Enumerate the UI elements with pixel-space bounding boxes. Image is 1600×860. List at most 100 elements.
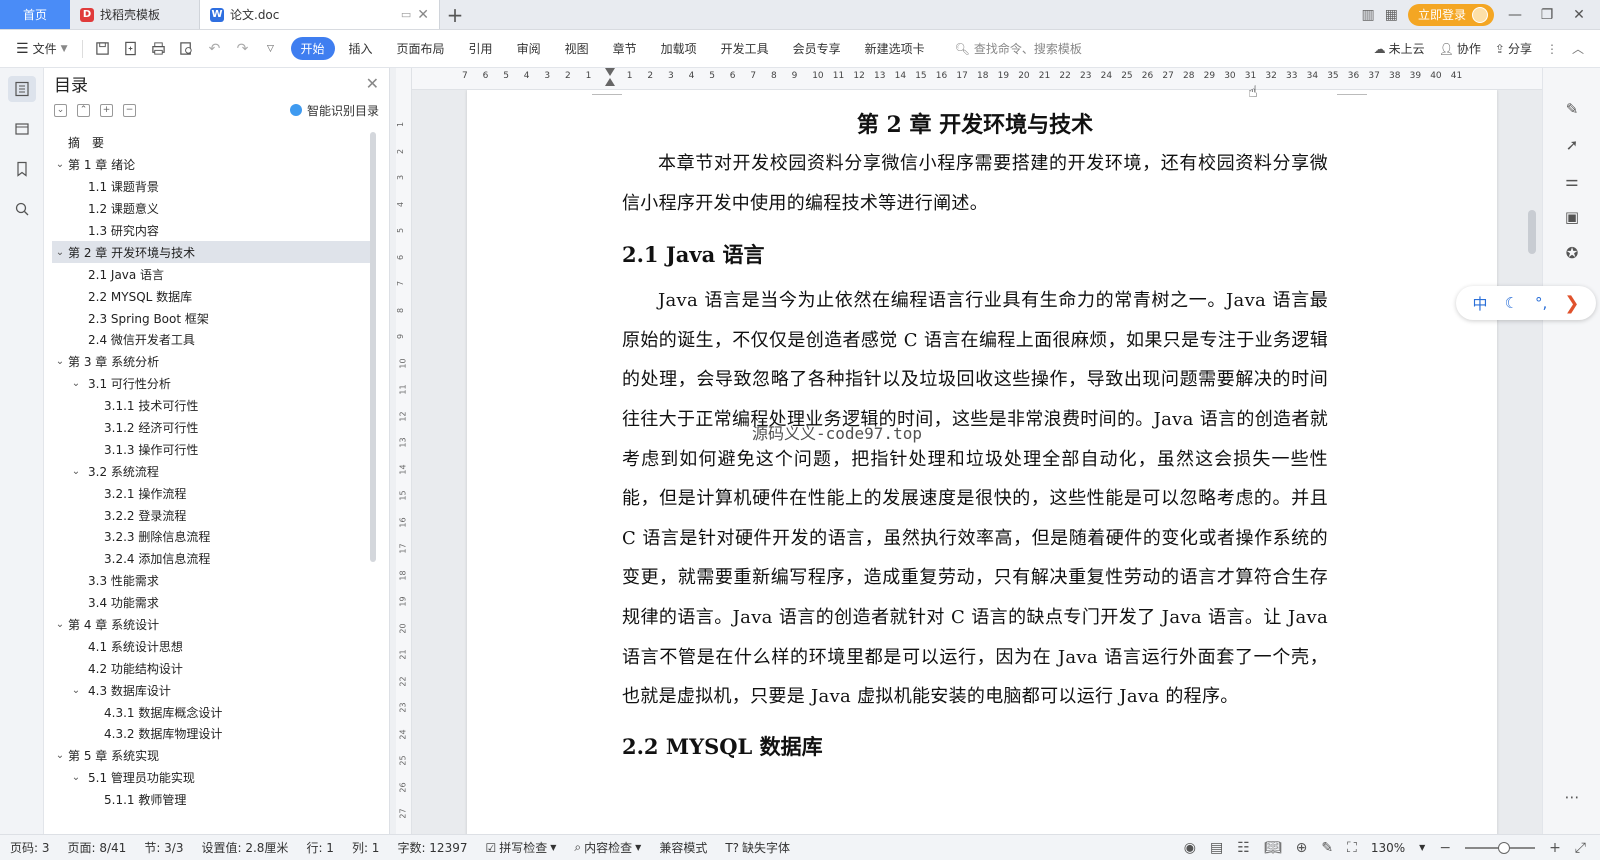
chevron-down-icon[interactable]: ⌄ [68, 685, 84, 696]
chevron-down-icon[interactable]: ⌄ [52, 750, 68, 761]
chapter-nav-icon[interactable] [8, 116, 36, 142]
chevron-down-icon[interactable]: ⌄ [68, 466, 84, 477]
toc-item[interactable]: 3.2.2 登录流程 [52, 504, 370, 526]
zoom-dropdown-icon[interactable]: ▼ [1419, 843, 1425, 852]
missing-font-button[interactable]: T? 缺失字体 [725, 839, 790, 856]
tab-templates[interactable]: D 找稻壳模板 [70, 0, 200, 29]
menu-tab-3[interactable]: 引用 [459, 37, 503, 60]
compass-icon[interactable]: ✪ [1561, 242, 1583, 264]
tab-pin-icon[interactable]: ▭ [401, 8, 411, 21]
spell-check-button[interactable]: ☑ 拼写检查 ▼ [485, 839, 556, 856]
menu-tab-10[interactable]: 新建选项卡 [855, 37, 935, 60]
toc-item[interactable]: 4.3.1 数据库概念设计 [52, 701, 370, 723]
undo-icon[interactable]: ↶ [203, 37, 227, 61]
quick-access-dropdown-icon[interactable]: ▽ [259, 37, 283, 61]
status-page[interactable]: 页面: 8/41 [68, 839, 127, 856]
restore-icon[interactable]: ❐ [1536, 7, 1558, 23]
toc-item[interactable]: 1.2 课题意义 [52, 198, 370, 220]
export-pdf-icon[interactable] [119, 37, 143, 61]
horizontal-ruler[interactable]: 7 6 5 4 3 2 1 1 2 3 4 5 6 7 8 9 10 11 12 13 14 15 16 17 18 19 20 21… [412, 68, 1542, 90]
bookmark-icon[interactable] [8, 156, 36, 182]
menu-tab-2[interactable]: 页面布局 [387, 37, 455, 60]
login-button[interactable]: 立即登录 [1407, 3, 1494, 26]
toc-item[interactable]: 2.1 Java 语言 [52, 263, 370, 285]
more-dots-icon[interactable]: ⋯ [1561, 786, 1583, 808]
toc-item[interactable]: 4.1 系统设计思想 [52, 635, 370, 657]
toc-item[interactable]: ⌄ 4.3 数据库设计 [52, 679, 370, 701]
content-check-button[interactable]: ⌕ 内容检查 ▼ [574, 839, 641, 856]
punctuation-icon[interactable]: °, [1535, 294, 1547, 312]
status-word-count[interactable]: 字数: 12397 [397, 839, 467, 856]
toc-item[interactable]: 3.2.1 操作流程 [52, 482, 370, 504]
zoom-slider[interactable] [1465, 841, 1536, 854]
page-view-icon[interactable]: ▤ [1210, 840, 1223, 856]
zoom-out-icon[interactable]: − [1439, 840, 1451, 856]
print-preview-icon[interactable] [175, 37, 199, 61]
toc-item[interactable]: ⌄ 第 2 章 开发环境与技术 [52, 241, 370, 264]
minimize-icon[interactable]: — [1504, 7, 1526, 23]
toc-item[interactable]: 1.3 研究内容 [52, 220, 370, 242]
document-page[interactable]: 第 2 章 开发环境与技术 本章节对开发校园资料分享微信小程序需要搭建的开发环境… [467, 90, 1497, 834]
zoom-in-icon[interactable]: + [1549, 840, 1561, 856]
adjust-icon[interactable]: ⚌ [1561, 170, 1583, 192]
chevron-right-icon[interactable]: ❯ [1564, 293, 1579, 314]
layout-icon[interactable]: ▥ [1362, 7, 1375, 23]
apps-grid-icon[interactable]: ▦ [1385, 7, 1398, 23]
collapse-ribbon-icon[interactable]: ︿ [1572, 40, 1584, 57]
toc-item[interactable]: 摘 要 [52, 132, 370, 154]
menu-tab-4[interactable]: 审阅 [507, 37, 551, 60]
menu-tab-1[interactable]: 插入 [339, 37, 383, 60]
toc-item[interactable]: ⌄ 第 4 章 系统设计 [52, 614, 370, 636]
toc-item[interactable]: 3.1.1 技术可行性 [52, 395, 370, 417]
toc-item[interactable]: 2.4 微信开发者工具 [52, 329, 370, 351]
fullscreen-icon[interactable]: ⤢ [1575, 840, 1586, 856]
toc-item[interactable]: ⌄ 3.1 可行性分析 [52, 373, 370, 395]
chevron-down-icon[interactable]: ⌄ [52, 247, 68, 258]
ime-lang-label[interactable]: 中 [1473, 293, 1488, 314]
more-options-icon[interactable]: ⋮ [1546, 42, 1558, 56]
pen-icon[interactable]: ✎ [1561, 98, 1583, 120]
moon-icon[interactable]: ☾ [1505, 294, 1518, 312]
toc-item[interactable]: 1.1 课题背景 [52, 176, 370, 198]
toc-item[interactable]: 3.2.3 删除信息流程 [52, 526, 370, 548]
indent-marker-bottom-icon[interactable] [605, 78, 615, 86]
command-search[interactable]: 🔍︎ 查找命令、搜索模板 [955, 40, 1082, 57]
new-tab-button[interactable]: + [440, 0, 470, 29]
zoom-level[interactable]: 130% [1371, 841, 1405, 855]
menu-tab-8[interactable]: 开发工具 [711, 37, 779, 60]
toc-item[interactable]: 3.2.4 添加信息流程 [52, 548, 370, 570]
menu-tab-7[interactable]: 加载项 [651, 37, 707, 60]
smart-toc-button[interactable]: 智能识别目录 [289, 102, 379, 119]
cloud-button[interactable]: ☁ 未上云 [1374, 40, 1425, 57]
toc-item[interactable]: 3.1.2 经济可行性 [52, 417, 370, 439]
toc-item[interactable]: ⌄ 第 5 章 系统实现 [52, 745, 370, 767]
save-icon[interactable] [91, 37, 115, 61]
toc-item[interactable]: 3.3 性能需求 [52, 570, 370, 592]
menu-tab-5[interactable]: 视图 [555, 37, 599, 60]
toc-item[interactable]: ⌄ 第 3 章 系统分析 [52, 351, 370, 373]
toc-item[interactable]: 3.4 功能需求 [52, 592, 370, 614]
toc-item[interactable]: ⌄ 3.2 系统流程 [52, 460, 370, 482]
tab-document[interactable]: W 论文.doc ▭ ✕ [200, 0, 440, 29]
chevron-down-icon[interactable]: ⌄ [52, 356, 68, 367]
tab-home[interactable]: 首页 [0, 0, 70, 29]
add-heading-icon[interactable]: + [100, 103, 113, 117]
fit-page-icon[interactable]: ⛶ [1347, 840, 1357, 856]
print-icon[interactable] [147, 37, 171, 61]
tab-close-icon[interactable]: ✕ [417, 7, 429, 23]
redo-icon[interactable]: ↷ [231, 37, 255, 61]
chevron-down-icon[interactable]: ⌄ [68, 772, 84, 783]
remove-heading-icon[interactable]: − [123, 103, 136, 117]
close-window-icon[interactable]: ✕ [1568, 7, 1590, 23]
menu-tab-0[interactable]: 开始 [290, 37, 335, 60]
toc-panel-icon[interactable] [7, 76, 36, 102]
image-tools-icon[interactable]: ▣ [1561, 206, 1583, 228]
toc-scrollbar[interactable] [370, 132, 376, 562]
ime-toolbar[interactable]: 中 ☾ °, ❯ [1456, 286, 1596, 320]
zoom-slider-thumb[interactable] [1497, 841, 1510, 854]
chevron-down-icon[interactable]: ⌄ [52, 619, 68, 630]
collapse-all-icon[interactable]: ⌃ [77, 103, 90, 117]
share-button[interactable]: ⇪ 分享 [1495, 40, 1532, 57]
expand-all-icon[interactable]: ⌄ [54, 103, 67, 117]
file-menu-button[interactable]: ☰ 文件 ▼ [10, 40, 74, 57]
